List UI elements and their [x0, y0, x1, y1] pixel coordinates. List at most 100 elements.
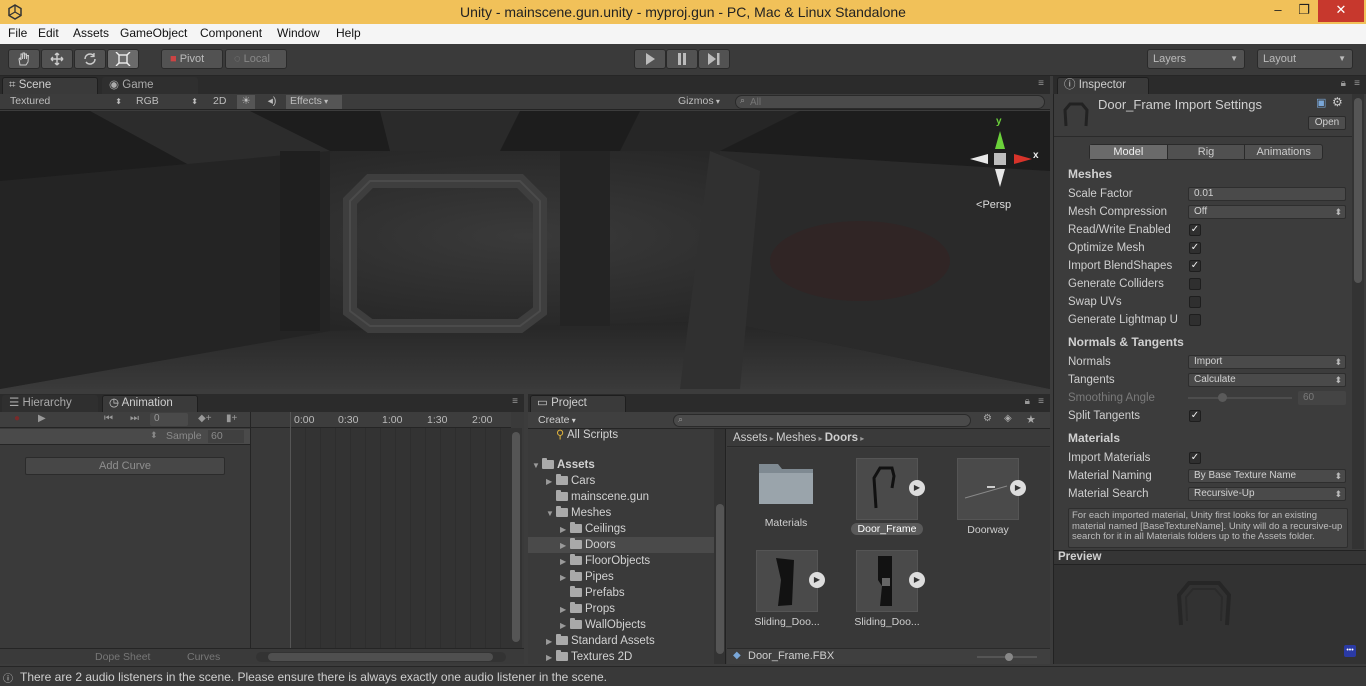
tree-item-ceilings[interactable]: ▶ Ceilings: [560, 521, 626, 537]
optimize-mesh-checkbox[interactable]: ✓: [1189, 242, 1201, 254]
tangents-dropdown[interactable]: Calculate: [1188, 373, 1346, 387]
icon-size-slider[interactable]: [977, 653, 1037, 661]
preview-play-icon[interactable]: ▶: [909, 572, 925, 588]
add-event-icon[interactable]: ▮+: [226, 413, 237, 424]
2d-toggle[interactable]: 2D: [213, 95, 233, 109]
lighting-toggle[interactable]: ☀: [237, 95, 255, 109]
breadcrumb-assets[interactable]: Assets: [733, 432, 768, 444]
preview-play-icon[interactable]: ▶: [809, 572, 825, 588]
tree-item-cars[interactable]: ▶ Cars: [546, 473, 595, 489]
project-search-input[interactable]: [673, 414, 971, 427]
gear-icon[interactable]: ⚙: [1332, 95, 1343, 109]
render-mode-dropdown[interactable]: Textured ⬍: [10, 95, 124, 109]
timeline-hscrollbar[interactable]: [256, 652, 506, 662]
scroll-thumb[interactable]: [512, 432, 520, 642]
breadcrumb-doors[interactable]: Doors: [825, 432, 858, 444]
timeline-area[interactable]: 0:00 0:30 1:00 1:30 2:00: [250, 412, 511, 652]
tab-animations[interactable]: Animations: [1244, 145, 1322, 159]
tree-item-floorobjects[interactable]: ▶ FloorObjects: [560, 553, 650, 569]
split-tangents-checkbox[interactable]: ✓: [1189, 410, 1201, 422]
next-key-icon[interactable]: ⏭: [130, 413, 139, 424]
lock-icon[interactable]: 🔒︎: [1341, 78, 1346, 89]
asset-door-frame[interactable]: ▶ Door_Frame: [851, 458, 929, 542]
menu-help[interactable]: Help: [336, 26, 361, 40]
scroll-thumb[interactable]: [268, 653, 493, 661]
timeline-vscrollbar[interactable]: [510, 428, 522, 652]
lock-icon[interactable]: 🔒︎: [1025, 396, 1030, 407]
local-toggle[interactable]: ◌ Local: [225, 49, 287, 69]
open-button[interactable]: Open: [1308, 116, 1346, 130]
asset-sliding-door-2[interactable]: ▶ Sliding_Doo...: [851, 550, 929, 634]
status-bar[interactable]: ⓘ There are 2 audio listeners in the sce…: [0, 666, 1366, 686]
slider-thumb[interactable]: [1005, 653, 1013, 661]
preview-settings-icon[interactable]: •••: [1344, 645, 1356, 657]
menu-edit[interactable]: Edit: [38, 26, 59, 40]
tab-scene[interactable]: ⌗ Scene: [2, 77, 98, 94]
preview-play-icon[interactable]: ▶: [1010, 480, 1026, 496]
panel-menu-icon[interactable]: ≡: [1354, 78, 1360, 89]
tab-game[interactable]: ◉ Game: [102, 77, 198, 94]
tab-inspector[interactable]: ⓘ Inspector: [1057, 77, 1149, 94]
menu-gameobject[interactable]: GameObject: [120, 26, 187, 40]
persp-label[interactable]: <Persp: [976, 199, 1011, 211]
tab-animation[interactable]: ◷ Animation: [102, 395, 198, 412]
smoothing-slider-track[interactable]: [1188, 393, 1292, 402]
generate-lightmap-checkbox[interactable]: [1189, 314, 1201, 326]
tree-item-all-scripts[interactable]: ⚲ All Scripts: [556, 429, 618, 443]
smoothing-slider-thumb[interactable]: [1218, 393, 1227, 402]
color-mode-dropdown[interactable]: RGB ⬍: [136, 95, 200, 109]
scroll-thumb[interactable]: [716, 504, 724, 654]
normals-dropdown[interactable]: Import: [1188, 355, 1346, 369]
prev-key-icon[interactable]: ⏮: [104, 413, 113, 424]
tree-item-doors[interactable]: ▶ Doors: [528, 537, 714, 553]
tree-item-mainscene[interactable]: mainscene.gun: [556, 489, 649, 505]
mesh-compression-dropdown[interactable]: Off: [1188, 205, 1346, 219]
panel-menu-icon[interactable]: ≡: [1038, 396, 1044, 407]
create-dropdown[interactable]: Create ▾: [538, 414, 576, 426]
import-materials-checkbox[interactable]: ✓: [1189, 452, 1201, 464]
effects-dropdown[interactable]: Effects ▾: [286, 95, 342, 109]
add-key-icon[interactable]: ◆+: [198, 413, 212, 424]
material-search-dropdown[interactable]: Recursive-Up: [1188, 487, 1346, 501]
preview-play-icon[interactable]: ▶: [909, 480, 925, 496]
menu-assets[interactable]: Assets: [73, 26, 109, 40]
read-write-checkbox[interactable]: ✓: [1189, 224, 1201, 236]
tree-item-meshes[interactable]: ▼ Meshes: [546, 505, 611, 521]
asset-materials[interactable]: Materials: [751, 458, 821, 538]
panel-menu-icon[interactable]: ≡: [1038, 78, 1044, 89]
tree-item-prefabs[interactable]: Prefabs: [570, 585, 625, 601]
move-tool-button[interactable]: [41, 49, 73, 69]
add-curve-button[interactable]: Add Curve: [25, 457, 225, 475]
layout-dropdown[interactable]: Layout ▼: [1257, 49, 1353, 69]
tree-vscrollbar[interactable]: [714, 429, 726, 664]
sample-stepper-icon[interactable]: ⬍: [150, 430, 158, 441]
tree-item-standard-assets[interactable]: ▶ Standard Assets: [546, 633, 655, 649]
breadcrumb-meshes[interactable]: Meshes: [776, 432, 816, 444]
pivot-toggle[interactable]: ■ Pivot: [161, 49, 223, 69]
audio-toggle[interactable]: ◂): [263, 95, 281, 109]
scene-view[interactable]: y x <Persp: [0, 111, 1050, 389]
panel-menu-icon[interactable]: ≡: [512, 396, 518, 407]
rotate-tool-button[interactable]: [74, 49, 106, 69]
frame-field[interactable]: 0: [150, 413, 188, 426]
sample-input[interactable]: 60: [208, 430, 244, 443]
menu-file[interactable]: File: [8, 26, 27, 40]
play-button[interactable]: [634, 49, 666, 69]
curves-tab[interactable]: Curves: [187, 651, 220, 663]
filter-type-icon[interactable]: ⚙: [983, 413, 992, 424]
menu-component[interactable]: Component: [200, 26, 262, 40]
hand-tool-button[interactable]: [8, 49, 40, 69]
tab-rig[interactable]: Rig: [1166, 145, 1245, 159]
preview-area[interactable]: •••: [1054, 565, 1366, 664]
swap-uvs-checkbox[interactable]: [1189, 296, 1201, 308]
favorite-icon[interactable]: ★: [1026, 413, 1036, 426]
minimize-button[interactable]: –: [1266, 0, 1290, 22]
layers-dropdown[interactable]: Layers ▼: [1147, 49, 1245, 69]
dope-sheet-tab[interactable]: Dope Sheet: [95, 651, 150, 663]
close-button[interactable]: ✕: [1318, 0, 1364, 22]
tab-hierarchy[interactable]: ☰ Hierarchy: [2, 395, 98, 412]
import-blendshapes-checkbox[interactable]: ✓: [1189, 260, 1201, 272]
tree-item-assets[interactable]: ▼ Assets: [532, 457, 595, 473]
tab-model[interactable]: Model: [1090, 145, 1167, 159]
step-button[interactable]: [698, 49, 730, 69]
